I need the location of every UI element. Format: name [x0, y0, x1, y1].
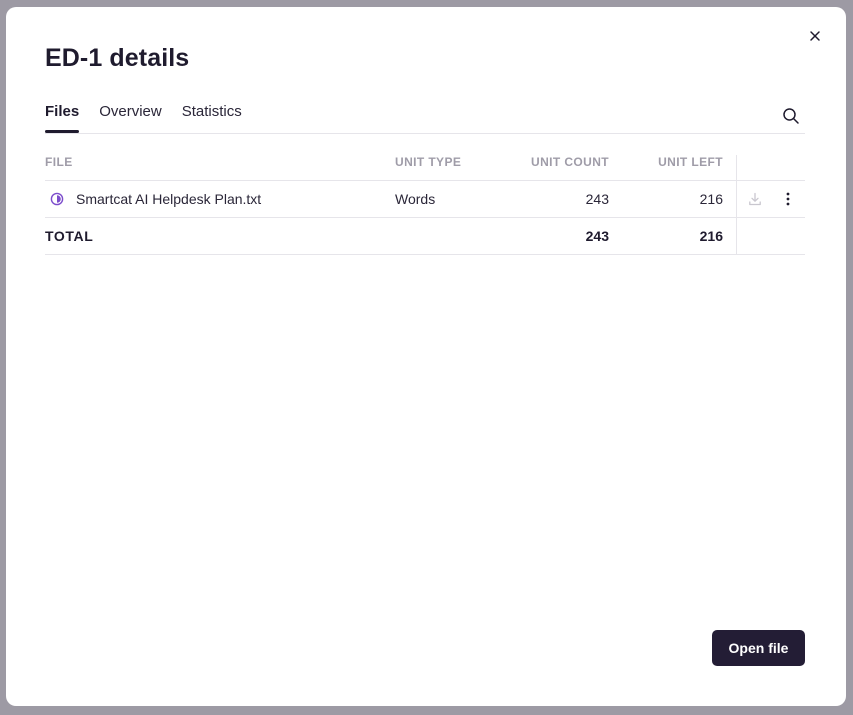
file-name[interactable]: Smartcat AI Helpdesk Plan.txt: [76, 191, 261, 207]
unit-type-cell: Words: [395, 191, 436, 207]
tab-overview[interactable]: Overview: [99, 103, 162, 132]
column-header-unit-count[interactable]: UNIT COUNT: [495, 155, 609, 180]
open-file-button[interactable]: Open file: [712, 630, 805, 666]
kebab-menu-icon[interactable]: [780, 191, 796, 207]
table-row[interactable]: Smartcat AI Helpdesk Plan.txt Words 243 …: [45, 181, 805, 218]
files-table: FILE UNIT TYPE UNIT COUNT UNIT LEFT Smar…: [45, 155, 805, 255]
total-actions: [736, 218, 806, 254]
total-unit-left: 216: [699, 228, 723, 244]
modal-title: ED-1 details: [45, 44, 190, 72]
file-cell: Smartcat AI Helpdesk Plan.txt: [45, 181, 385, 217]
half-circle-progress-icon: [50, 192, 64, 206]
tab-bar: Files Overview Statistics: [45, 103, 805, 134]
table-header-row: FILE UNIT TYPE UNIT COUNT UNIT LEFT: [45, 155, 805, 181]
details-modal: ED-1 details Files Overview Statistics F…: [6, 7, 846, 706]
total-label: TOTAL: [45, 228, 94, 244]
column-header-unit-left[interactable]: UNIT LEFT: [609, 155, 723, 180]
tab-files[interactable]: Files: [45, 103, 80, 133]
column-header-actions: [736, 155, 806, 180]
total-unit-type: [395, 218, 495, 254]
tab-statistics[interactable]: Statistics: [182, 103, 242, 132]
unit-count-cell: 243: [585, 191, 609, 207]
column-header-unit-type[interactable]: UNIT TYPE: [395, 155, 495, 180]
search-button[interactable]: [782, 107, 800, 125]
download-icon[interactable]: [748, 192, 762, 206]
column-header-file[interactable]: FILE: [45, 155, 385, 180]
table-total-row: TOTAL 243 216: [45, 218, 805, 255]
search-icon: [783, 108, 799, 124]
close-button[interactable]: [807, 28, 823, 44]
total-unit-count: 243: [585, 228, 609, 244]
row-actions: [736, 181, 806, 217]
unit-left-cell: 216: [699, 191, 723, 207]
close-icon: [810, 31, 820, 41]
